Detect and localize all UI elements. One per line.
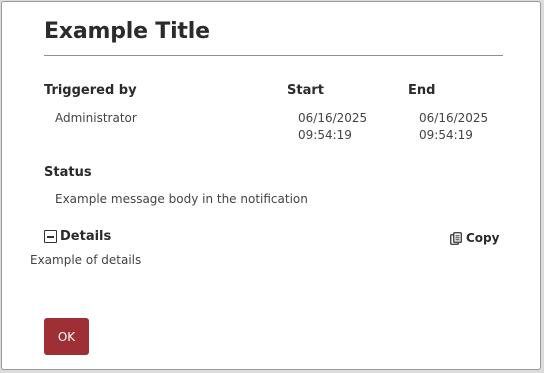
minus-square-icon xyxy=(44,230,57,243)
end-time: 09:54:19 xyxy=(419,128,473,142)
end-date: 06/16/2025 xyxy=(419,111,489,125)
title-divider xyxy=(44,55,503,56)
status-message: Example message body in the notification xyxy=(55,192,308,206)
start-time: 09:54:19 xyxy=(298,128,352,142)
status-header: Status xyxy=(44,165,92,180)
start-date: 06/16/2025 xyxy=(298,111,368,125)
end-value: 06/16/2025 09:54:19 xyxy=(419,110,488,144)
details-text: Example of details xyxy=(30,253,142,267)
copy-icon xyxy=(450,231,462,245)
triggered-by-value: Administrator xyxy=(55,111,137,125)
notification-dialog: Example Title Triggered by Start End Adm… xyxy=(1,1,541,370)
details-label: Details xyxy=(60,229,112,244)
dialog-title: Example Title xyxy=(44,19,210,44)
start-value: 06/16/2025 09:54:19 xyxy=(298,110,367,144)
details-toggle[interactable]: Details xyxy=(44,229,111,244)
ok-button[interactable]: OK xyxy=(44,318,89,355)
start-header: Start xyxy=(287,83,324,98)
copy-button[interactable]: Copy xyxy=(450,231,499,245)
triggered-by-header: Triggered by xyxy=(44,83,137,98)
copy-label: Copy xyxy=(466,231,500,245)
end-header: End xyxy=(408,83,436,98)
